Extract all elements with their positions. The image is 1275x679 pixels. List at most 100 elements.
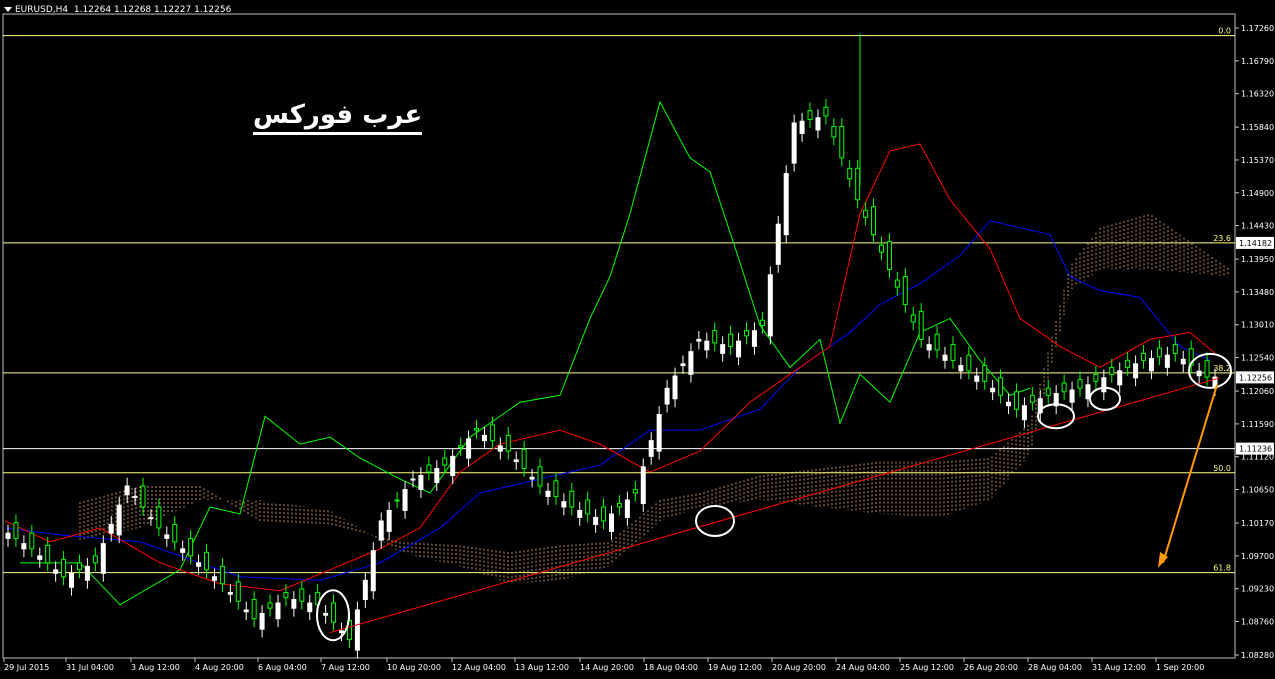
candle-body: [950, 344, 956, 361]
candle-body: [378, 520, 384, 541]
candle-body: [156, 506, 162, 529]
candle-body: [775, 223, 781, 265]
price-tick-label: 1.13010: [1241, 321, 1274, 330]
candle-body: [53, 569, 59, 574]
candle-body: [1141, 352, 1147, 361]
candle-body: [148, 516, 154, 519]
fib-level-label: 0.0: [1218, 27, 1231, 36]
candle-body: [299, 588, 305, 602]
candle-body: [736, 340, 742, 358]
candle-body: [624, 499, 630, 518]
candle-body: [354, 609, 360, 651]
candle-body: [45, 544, 51, 564]
candle-body: [783, 173, 789, 236]
candle-body: [958, 365, 964, 372]
fib-level-label: 23.6: [1213, 234, 1231, 243]
candle-body: [561, 501, 567, 508]
candle-body: [505, 434, 511, 452]
candle-body: [1133, 363, 1139, 379]
candle-body: [323, 612, 329, 616]
candle-body: [1061, 382, 1067, 393]
candle-body: [847, 167, 853, 180]
price-tick-label: 1.15370: [1241, 156, 1274, 165]
price-tick-label: 1.10650: [1241, 486, 1274, 495]
price-chart[interactable]: 1.17260 1.16790 1.16320 1.15840 1.15370 1.149…: [0, 0, 1275, 675]
candle-body: [815, 117, 821, 131]
candle-body: [196, 562, 202, 567]
candle-body: [489, 424, 495, 442]
candle-body: [291, 598, 297, 609]
chikou-span-line: [20, 100, 1031, 606]
candle-body: [529, 476, 535, 480]
candle-body: [616, 502, 622, 508]
chart-window[interactable]: 1.17260 1.16790 1.16320 1.15840 1.15370 1.149…: [0, 0, 1275, 675]
candle-body: [926, 344, 932, 351]
candle-body: [1164, 354, 1170, 368]
candle-body: [767, 274, 773, 337]
candle-body: [640, 466, 646, 504]
time-tick-label: 19 Aug 12:00: [708, 663, 762, 672]
time-tick-label: 26 Aug 20:00: [964, 663, 1018, 672]
candle-body: [1093, 373, 1099, 382]
candle-body: [466, 438, 472, 459]
price-tick-label: 1.14900: [1241, 189, 1274, 198]
candle-body: [585, 499, 591, 515]
price-tick-label: 1.14430: [1241, 222, 1274, 231]
candle-body: [1029, 394, 1035, 403]
time-tick-label: 24 Aug 04:00: [836, 663, 890, 672]
price-marker-label: 1.12256: [1239, 373, 1272, 382]
candle-body: [370, 550, 376, 592]
price-tick-label: 1.16320: [1241, 90, 1274, 99]
candle-body: [656, 413, 662, 452]
candle-body: [283, 592, 289, 599]
candle-body: [275, 602, 281, 620]
candle-body: [474, 427, 480, 431]
time-tick-label: 7 Aug 12:00: [321, 663, 370, 672]
candle-body: [458, 445, 464, 449]
price-tick-label: 1.10170: [1241, 519, 1274, 528]
time-tick-label: 6 Aug 04:00: [258, 663, 307, 672]
candle-body: [918, 310, 924, 340]
candle-body: [331, 602, 337, 623]
candle-body: [402, 489, 408, 511]
price-tick-label: 1.11590: [1241, 420, 1274, 429]
candle-body: [164, 534, 170, 539]
candle-body: [1148, 358, 1154, 372]
candle-body: [100, 543, 106, 574]
candle-body: [37, 555, 43, 560]
candle-body: [362, 579, 368, 600]
candle-body: [871, 206, 877, 236]
candle-body: [1013, 391, 1019, 410]
candle-body: [69, 572, 75, 588]
symbol-label: EURUSD,H4: [15, 5, 69, 15]
plot-frame: [2, 13, 1236, 659]
trendline[interactable]: [329, 377, 1221, 634]
candle-body: [998, 377, 1004, 396]
candle-body: [569, 490, 575, 508]
candle-body: [76, 562, 82, 571]
candle-body: [831, 125, 837, 138]
price-tick-label: 1.13950: [1241, 255, 1274, 264]
candle-body: [545, 490, 551, 498]
forecast-arrow-line[interactable]: [1162, 384, 1218, 564]
candle-body: [886, 241, 892, 271]
candle-body: [593, 516, 599, 525]
dropdown-triangle-icon[interactable]: [4, 7, 12, 12]
price-tick-label: 1.17260: [1241, 24, 1274, 33]
candle-body: [942, 354, 948, 361]
candle-body: [712, 330, 718, 344]
candle-body: [878, 244, 884, 253]
candle-body: [1156, 347, 1162, 358]
time-tick-label: 4 Aug 20:00: [195, 663, 244, 672]
candle-body: [481, 434, 487, 442]
annotation-circle[interactable]: [695, 504, 735, 537]
candle-body: [1204, 360, 1210, 378]
candle-body: [688, 351, 694, 375]
candle-body: [672, 375, 678, 400]
candle-body: [1045, 387, 1051, 396]
candle-body: [751, 330, 757, 347]
candle-body: [29, 532, 35, 550]
time-tick-label: 31 Jul 04:00: [66, 663, 114, 672]
candle-body: [902, 276, 908, 305]
fib-level-label: 50.0: [1213, 464, 1231, 473]
